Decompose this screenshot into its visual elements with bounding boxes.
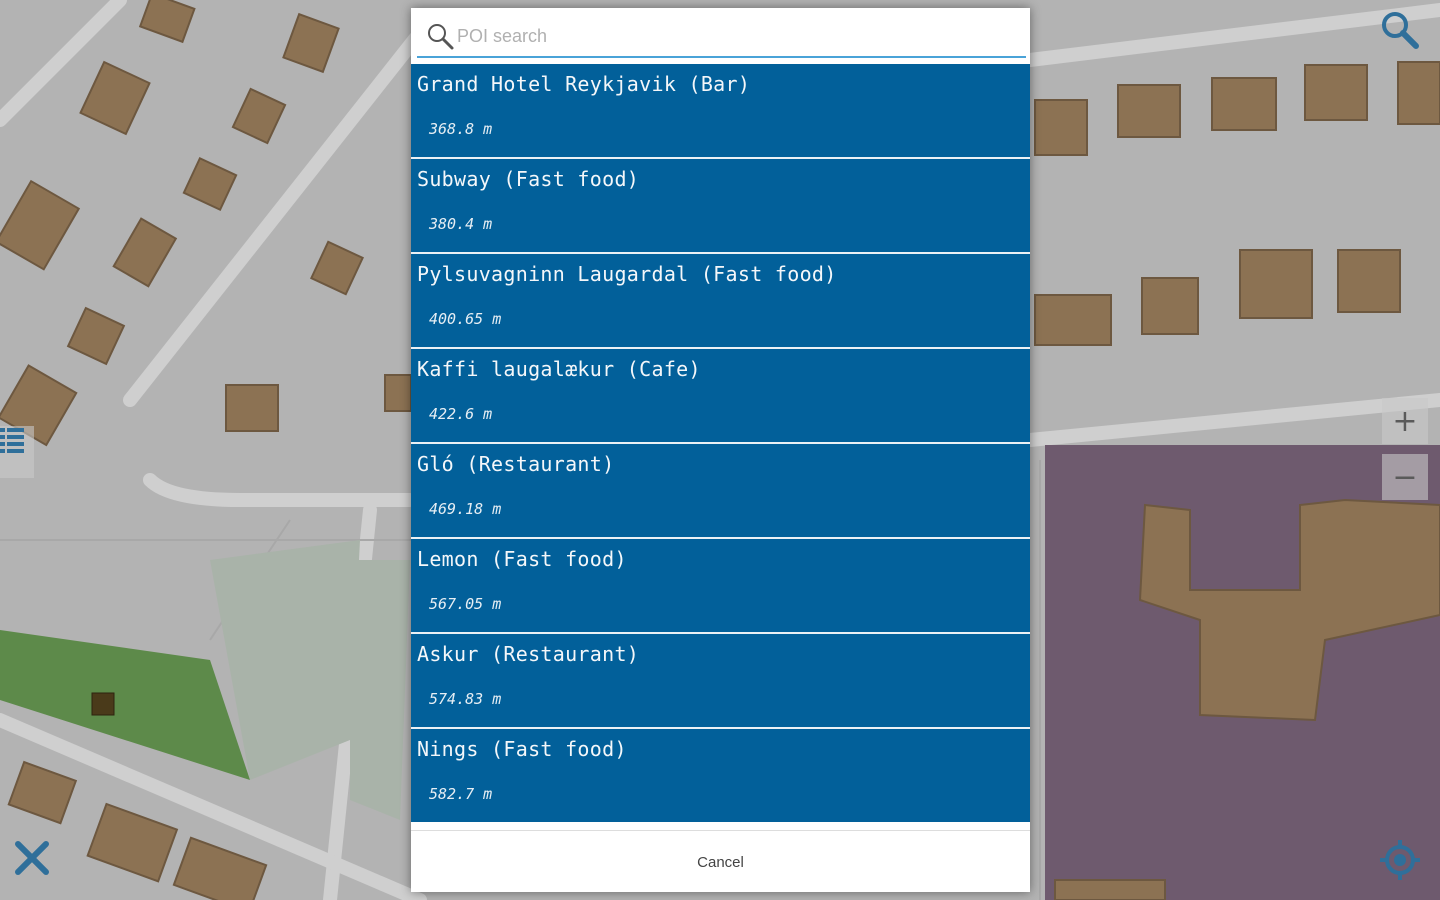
poi-result-distance: 380.4 m [429, 215, 493, 233]
zoom-out-button[interactable]: − [1382, 454, 1428, 500]
locate-me-button[interactable] [1378, 838, 1430, 890]
zoom-out-label: − [1392, 459, 1418, 495]
poi-result-item[interactable]: Lemon (Fast food) 567.05 m [411, 537, 1030, 632]
poi-result-distance: 422.6 m [429, 405, 493, 423]
poi-search-dialog: Grand Hotel Reykjavik (Bar) 368.8 m Subw… [411, 8, 1030, 892]
poi-result-distance: 567.05 m [429, 595, 502, 613]
crosshair-icon [1380, 840, 1420, 880]
poi-result-distance: 574.83 m [429, 690, 502, 708]
magnifier-icon [1382, 12, 1419, 49]
search-bar [411, 8, 1030, 64]
poi-result-distance: 469.18 m [429, 500, 502, 518]
poi-result-item[interactable]: Nings (Fast food) 582.7 m [411, 727, 1030, 822]
list-icon [0, 428, 24, 453]
poi-result-distance: 582.7 m [429, 785, 493, 803]
poi-result-item[interactable]: Askur (Restaurant) 574.83 m [411, 632, 1030, 727]
poi-result-item[interactable]: Kaffi laugalækur (Cafe) 422.6 m [411, 347, 1030, 442]
poi-result-title: Nings (Fast food) [417, 737, 627, 761]
map-search-button[interactable] [1378, 8, 1430, 60]
poi-result-title: Lemon (Fast food) [417, 547, 627, 571]
poi-results-list: Grand Hotel Reykjavik (Bar) 368.8 m Subw… [411, 64, 1030, 822]
poi-result-title: Askur (Restaurant) [417, 642, 640, 666]
poi-result-title: Pylsuvagninn Laugardal (Fast food) [417, 262, 837, 286]
poi-result-title: Grand Hotel Reykjavik (Bar) [417, 72, 751, 96]
close-x-icon [15, 841, 49, 875]
poi-result-title: Subway (Fast food) [417, 167, 640, 191]
poi-result-item[interactable]: Pylsuvagninn Laugardal (Fast food) 400.6… [411, 252, 1030, 347]
poi-result-item[interactable]: Grand Hotel Reykjavik (Bar) 368.8 m [411, 64, 1030, 157]
layers-button[interactable] [0, 426, 34, 478]
zoom-in-button[interactable]: + [1382, 398, 1428, 444]
poi-result-item[interactable]: Subway (Fast food) 380.4 m [411, 157, 1030, 252]
poi-result-title: Kaffi laugalækur (Cafe) [417, 357, 701, 381]
cancel-button[interactable]: Cancel [411, 831, 1030, 892]
poi-result-distance: 368.8 m [429, 120, 493, 138]
poi-search-input[interactable] [417, 16, 1026, 58]
poi-result-item[interactable]: Gló (Restaurant) 469.18 m [411, 442, 1030, 537]
close-map-button[interactable] [12, 838, 64, 890]
poi-result-title: Gló (Restaurant) [417, 452, 615, 476]
poi-result-distance: 400.65 m [429, 310, 502, 328]
zoom-in-label: + [1392, 403, 1418, 439]
dialog-footer: Cancel [411, 830, 1030, 892]
